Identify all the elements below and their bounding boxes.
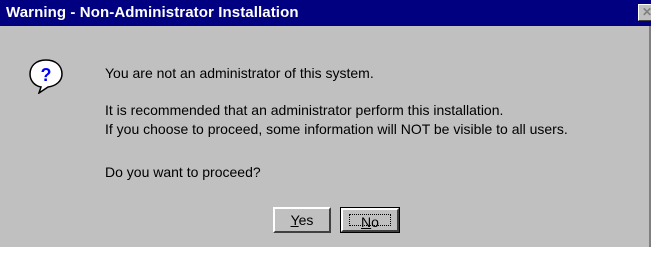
yes-button-label: es: [298, 212, 314, 228]
yes-button-mnemonic: Y: [290, 212, 299, 228]
warning-dialog: Warning - Non-Administrator Installation…: [0, 0, 651, 247]
message-line-2: It is recommended that an administrator …: [105, 102, 504, 118]
message-line-3: If you choose to proceed, some informati…: [105, 121, 568, 137]
no-button[interactable]: No: [340, 207, 400, 233]
message-line-1: You are not an administrator of this sys…: [105, 65, 374, 81]
svg-text:?: ?: [41, 65, 52, 85]
message-line-4: Do you want to proceed?: [105, 164, 261, 180]
no-button-bevel: No: [341, 208, 399, 232]
no-button-label: o: [371, 214, 379, 230]
dialog-title: Warning - Non-Administrator Installation: [6, 4, 299, 21]
no-button-focus-rect: No: [349, 214, 391, 229]
yes-button[interactable]: Yes: [273, 207, 331, 233]
close-icon: ✕: [641, 5, 651, 19]
question-mark-icon: ?: [29, 59, 63, 94]
close-button[interactable]: ✕: [638, 4, 651, 21]
no-button-mnemonic: N: [361, 214, 372, 230]
title-bar[interactable]: Warning - Non-Administrator Installation…: [0, 0, 651, 26]
